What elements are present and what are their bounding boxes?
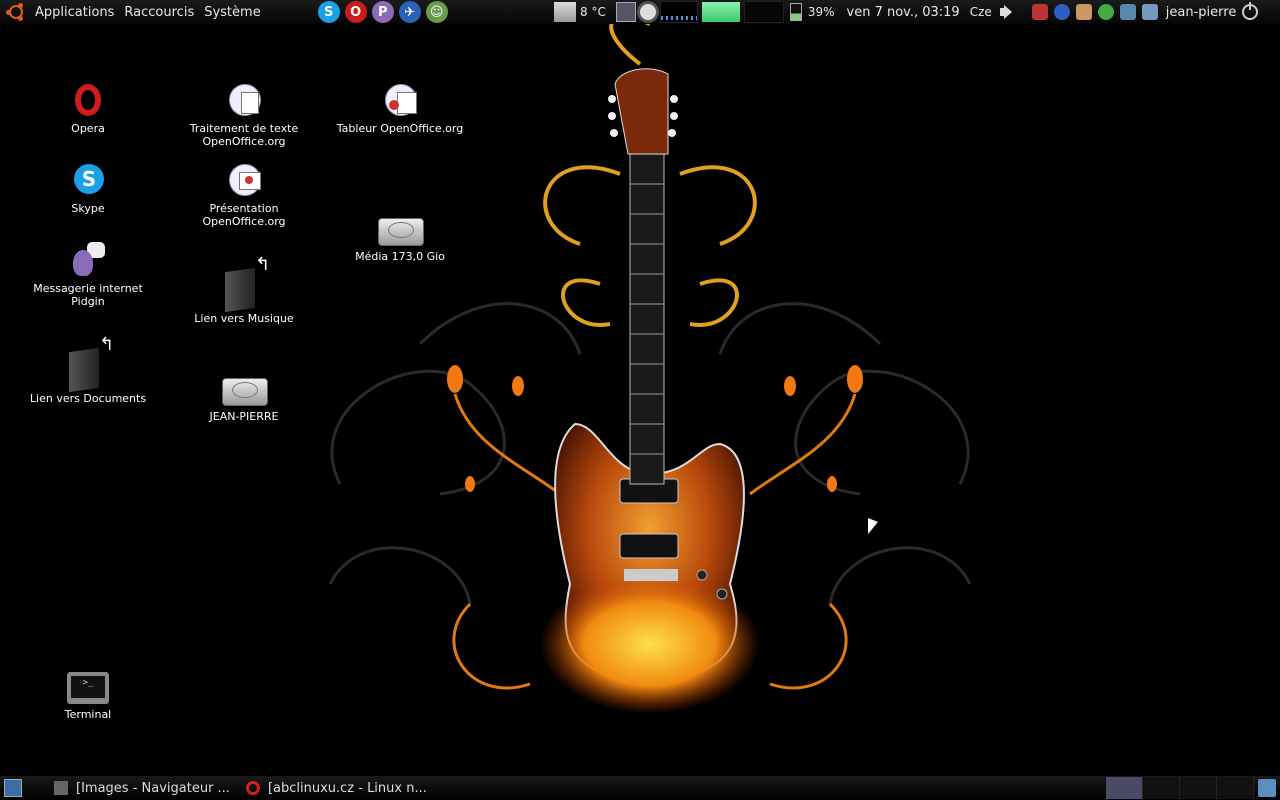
- bluetooth-icon[interactable]: [1053, 4, 1070, 20]
- desktop-icon-label: Média 173,0 Gio: [355, 250, 445, 263]
- workspace-switcher: [1106, 776, 1254, 800]
- workspace-3[interactable]: [1180, 777, 1217, 799]
- file-browser-icon: [54, 781, 68, 795]
- clock[interactable]: ven 7 nov., 03:19: [847, 5, 960, 20]
- task-label: [abclinuxu.cz - Linux n...: [267, 780, 427, 796]
- desktop-icon-impress[interactable]: Présentation OpenOffice.org: [174, 162, 314, 228]
- battery-icon[interactable]: [789, 3, 802, 21]
- battery-percent[interactable]: 39%: [808, 5, 835, 19]
- desktop-icon-label: JEAN-PIERRE: [209, 410, 279, 423]
- desktop-icon-jean-pierre-drive[interactable]: JEAN-PIERRE: [174, 372, 314, 423]
- terminal-icon: >_: [67, 670, 109, 706]
- desktop-icon-pidgin[interactable]: Messagerie internet Pidgin: [18, 242, 158, 308]
- calc-icon: [381, 82, 419, 120]
- desktop-icon-skype[interactable]: S Skype: [18, 162, 158, 215]
- drive-icon: [378, 212, 424, 248]
- desktop-icon-label: Terminal: [64, 708, 112, 721]
- volume-icon[interactable]: [998, 4, 1018, 20]
- contacts-launcher-icon[interactable]: ☺: [425, 1, 448, 23]
- desktop-icon-music-link[interactable]: ↰ Lien vers Musique: [174, 254, 314, 325]
- workspace-4[interactable]: [1217, 777, 1254, 799]
- menu-systeme[interactable]: Système: [199, 5, 265, 20]
- browser-launcher-icon[interactable]: ✈: [398, 1, 421, 23]
- pidgin-tray-icon[interactable]: [1075, 4, 1092, 20]
- keyboard-layout[interactable]: Cze: [970, 5, 992, 19]
- bottom-panel: [Images - Navigateur ... [abclinuxu.cz -…: [0, 776, 1280, 800]
- status-busy-icon[interactable]: [1097, 4, 1114, 20]
- desktop-icon-label: Tableur OpenOffice.org: [336, 122, 464, 135]
- notification-area: [1031, 4, 1158, 20]
- cpu-graph[interactable]: [659, 1, 698, 23]
- taskbar-item-images[interactable]: [Images - Navigateur ...: [46, 777, 238, 799]
- opera-launcher-icon[interactable]: O: [344, 1, 367, 23]
- desktop-icon-label: Lien vers Musique: [194, 312, 294, 325]
- opera-icon: [69, 82, 107, 120]
- screen-icon[interactable]: [1119, 4, 1136, 20]
- desktop-icon-writer[interactable]: Traitement de texte OpenOffice.org: [174, 82, 314, 148]
- pidgin-launcher-icon[interactable]: P: [371, 1, 394, 23]
- desktop-icon-calc[interactable]: Tableur OpenOffice.org: [330, 82, 470, 135]
- user-name[interactable]: jean-pierre: [1166, 5, 1237, 20]
- top-panel: Applications Raccourcis Système S O P ✈ …: [0, 0, 1280, 24]
- network-icon[interactable]: [1141, 4, 1158, 20]
- menu-applications[interactable]: Applications: [30, 5, 119, 20]
- desktop-icon-label: Messagerie internet Pidgin: [33, 282, 143, 308]
- desktop-icon-documents-link[interactable]: ↰ Lien vers Documents: [18, 334, 158, 405]
- pidgin-icon: [69, 242, 107, 280]
- desktop-icon-opera[interactable]: Opera: [18, 82, 158, 135]
- writer-icon: [225, 82, 263, 120]
- task-label: [Images - Navigateur ...: [76, 780, 230, 796]
- power-icon[interactable]: [1242, 2, 1259, 20]
- menu-raccourcis[interactable]: Raccourcis: [119, 5, 199, 20]
- mouse-cursor-icon: [868, 518, 878, 538]
- launcher-bar: S O P ✈ ☺: [317, 1, 448, 23]
- skype-icon: S: [69, 162, 107, 200]
- weather-icon[interactable]: [554, 2, 576, 22]
- desktop-icon-label: Lien vers Documents: [29, 392, 147, 405]
- brightness-icon[interactable]: [639, 4, 656, 20]
- workspace-2[interactable]: [1143, 777, 1180, 799]
- drive-icon: [222, 372, 268, 408]
- status-area: 8 °C 39% ven 7 nov., 03:19 Cze jean-pier…: [554, 0, 1264, 24]
- desktop-icon-media-drive[interactable]: Média 173,0 Gio: [330, 212, 470, 263]
- impress-icon: [225, 162, 263, 200]
- temperature[interactable]: 8 °C: [580, 5, 606, 19]
- ubuntu-logo-icon[interactable]: [6, 2, 26, 22]
- show-desktop-icon[interactable]: [4, 779, 22, 797]
- update-icon[interactable]: [1031, 4, 1048, 20]
- desktop-icon-label: Présentation OpenOffice.org: [202, 202, 286, 228]
- folder-link-icon: ↰: [69, 334, 114, 393]
- skype-launcher-icon[interactable]: S: [317, 1, 340, 23]
- desktop-icon-label: Traitement de texte OpenOffice.org: [189, 122, 299, 148]
- system-monitor-icon[interactable]: [615, 2, 636, 22]
- desktop-icon-terminal[interactable]: >_ Terminal: [18, 670, 158, 721]
- network-graph[interactable]: [743, 1, 784, 23]
- memory-graph[interactable]: [701, 2, 740, 22]
- opera-icon: [245, 781, 260, 795]
- desktop-icon-label: Opera: [71, 122, 105, 135]
- workspace-1[interactable]: [1106, 777, 1143, 799]
- folder-link-icon: ↰: [225, 254, 270, 313]
- desktop-icon-label: Skype: [71, 202, 105, 215]
- trash-icon[interactable]: [1258, 779, 1276, 797]
- taskbar-item-abclinuxu[interactable]: [abclinuxu.cz - Linux n...: [238, 777, 435, 799]
